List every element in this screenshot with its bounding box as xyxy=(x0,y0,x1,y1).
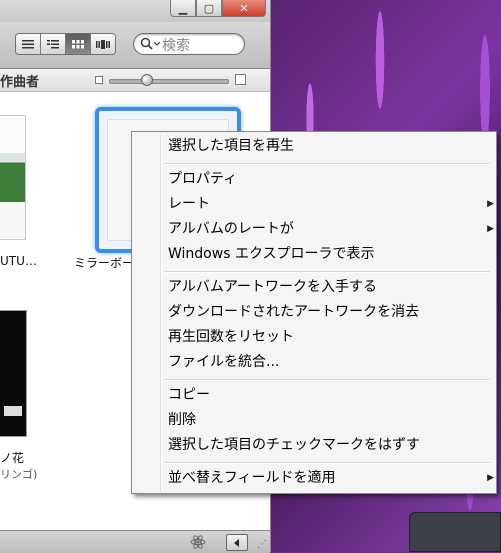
zoom-thumb[interactable] xyxy=(141,74,154,86)
toolbar: 検索 xyxy=(0,22,270,69)
album-artwork[interactable] xyxy=(0,115,26,240)
album-list-view-button[interactable] xyxy=(41,34,66,54)
minimize-button[interactable]: ▁ xyxy=(170,0,196,17)
zoom-large-icon[interactable] xyxy=(235,74,246,85)
menu-item-show-in-explorer[interactable]: Windows エクスプローラで表示 xyxy=(168,244,488,264)
menu-item-label: アルバムのレートが xyxy=(168,221,294,237)
search-placeholder: 検索 xyxy=(162,38,190,54)
show-sidebar-button[interactable] xyxy=(226,534,248,551)
menu-item-uncheck-selection[interactable]: 選択した項目のチェックマークをはずす xyxy=(168,435,488,455)
list-view-icon xyxy=(22,39,34,48)
submenu-arrow-icon: ▶ xyxy=(487,473,494,483)
search-field[interactable]: 検索 xyxy=(133,33,245,55)
window-controls: ▁ ▢ ✕ xyxy=(170,0,266,17)
album-title: ノ花 xyxy=(0,451,25,465)
menu-item-label: ファイルを統合... xyxy=(168,354,280,370)
artwork-label-strip xyxy=(4,406,22,416)
menu-item-consolidate-files[interactable]: ファイルを統合... xyxy=(168,352,488,372)
zoom-small-icon[interactable] xyxy=(95,76,103,84)
menu-item-delete[interactable]: 削除 xyxy=(168,410,488,430)
zoom-slider[interactable] xyxy=(95,74,246,86)
menu-item-label: Windows エクスプローラで表示 xyxy=(168,246,375,262)
menu-separator xyxy=(164,462,490,464)
menu-icon-gutter xyxy=(160,134,162,491)
album-artist: リンゴ) xyxy=(0,468,38,481)
album-title: UTU… xyxy=(0,254,37,268)
menu-item-play-selection[interactable]: 選択した項目を再生 xyxy=(168,136,488,156)
menu-item-rating[interactable]: レート ▶ xyxy=(168,194,494,214)
close-button[interactable]: ✕ xyxy=(222,0,266,17)
zoom-track[interactable] xyxy=(109,79,229,84)
album-list-icon xyxy=(47,39,59,48)
view-mode-selector xyxy=(15,33,116,55)
maximize-button[interactable]: ▢ xyxy=(196,0,222,17)
context-menu: 選択した項目を再生 プロパティ レート ▶ アルバムのレートが ▶ Windows … xyxy=(131,131,497,494)
menu-item-properties[interactable]: プロパティ xyxy=(168,169,488,189)
menu-separator xyxy=(164,379,490,381)
genius-icon[interactable] xyxy=(190,534,206,550)
menu-item-label: プロパティ xyxy=(168,171,238,187)
menu-item-label: 削除 xyxy=(168,412,196,428)
desktop-window-corner xyxy=(409,512,501,552)
list-view-button[interactable] xyxy=(16,34,41,54)
title-bar[interactable]: ▁ ▢ ✕ xyxy=(0,0,270,22)
menu-item-copy[interactable]: コピー xyxy=(168,385,488,405)
grid-view-icon xyxy=(72,39,84,48)
menu-item-label: アルバムアートワークを入手する xyxy=(168,279,378,295)
menu-item-clear-downloaded-artwork[interactable]: ダウンロードされたアートワークを消去 xyxy=(168,302,488,322)
menu-item-get-album-artwork[interactable]: アルバムアートワークを入手する xyxy=(168,277,488,297)
menu-separator xyxy=(164,163,490,165)
menu-item-album-rating[interactable]: アルバムのレートが ▶ xyxy=(168,219,494,239)
coverflow-view-button[interactable] xyxy=(91,34,115,54)
menu-item-label: 並べ替えフィールドを適用 xyxy=(168,470,336,486)
menu-item-label: 選択した項目を再生 xyxy=(168,138,294,154)
album-artwork[interactable] xyxy=(0,310,27,437)
search-icon xyxy=(140,37,160,50)
submenu-arrow-icon: ▶ xyxy=(487,224,494,234)
menu-item-label: ダウンロードされたアートワークを消去 xyxy=(168,304,420,320)
status-bar: ⋰ xyxy=(0,530,270,553)
menu-item-reset-play-count[interactable]: 再生回数をリセット xyxy=(168,327,488,347)
menu-item-label: レート xyxy=(168,196,210,212)
menu-separator xyxy=(164,271,490,273)
sort-column-label[interactable]: 作曲者 xyxy=(0,71,39,90)
grid-header: 作曲者 xyxy=(0,69,270,92)
resize-grip-icon[interactable]: ⋰ xyxy=(257,539,267,550)
menu-item-label: 選択した項目のチェックマークをはずす xyxy=(168,437,420,453)
menu-item-label: 再生回数をリセット xyxy=(168,329,294,345)
menu-item-label: コピー xyxy=(168,387,210,403)
album-title: ミラーボー xyxy=(74,256,135,270)
grid-view-button[interactable] xyxy=(66,34,91,54)
menu-item-apply-sort-field[interactable]: 並べ替えフィールドを適用 ▶ xyxy=(168,468,494,488)
coverflow-icon xyxy=(96,39,110,49)
left-arrow-icon xyxy=(234,538,239,547)
submenu-arrow-icon: ▶ xyxy=(487,199,494,209)
